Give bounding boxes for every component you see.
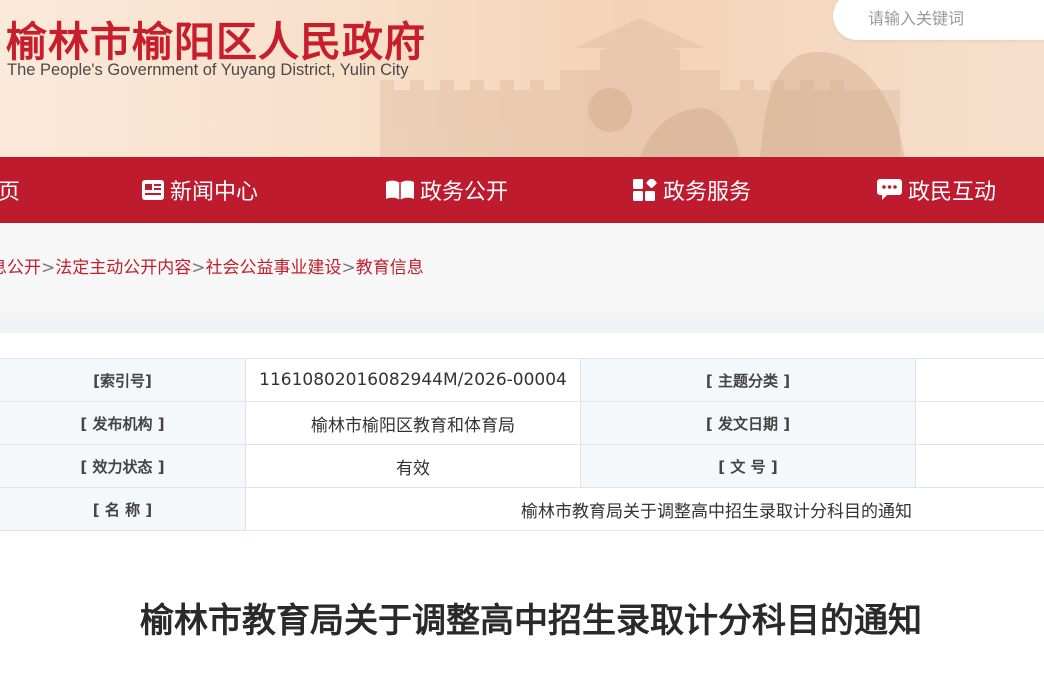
section-divider [0, 313, 1044, 333]
validity-status-value: 有效 [245, 444, 581, 488]
nav-item-label: 政务公开 [420, 180, 509, 205]
nav-item-news[interactable]: 新闻中心 [142, 157, 258, 223]
topic-category-label: [ 主题分类 ] [580, 358, 916, 402]
nav-item-label: 页 [0, 180, 21, 205]
newspaper-icon [142, 180, 164, 200]
main-nav: 页 新闻中心 政务公开 政务服务 政民互动 [0, 157, 1044, 223]
issue-date-value [915, 401, 1044, 445]
site-title: 榆林市榆阳区人民政府 [6, 18, 426, 66]
breadcrumb-separator: > [41, 258, 56, 278]
breadcrumb-separator: > [341, 258, 356, 278]
document-number-label: [ 文 号 ] [580, 444, 916, 488]
nav-item-citizen-interaction[interactable]: 政民互动 [877, 157, 996, 223]
nav-item-home[interactable]: 页 [0, 157, 20, 223]
document-name-label: [ 名 称 ] [0, 487, 246, 531]
open-book-icon [386, 180, 414, 200]
breadcrumb: 息公开>法定主动公开内容>社会公益事业建设>教育信息 [0, 253, 424, 278]
grid-apps-icon [633, 179, 657, 201]
publisher-value: 榆林市榆阳区教育和体育局 [245, 401, 581, 445]
nav-item-gov-services[interactable]: 政务服务 [633, 157, 751, 223]
site-subtitle: The People's Government of Yuyang Distri… [7, 61, 409, 79]
table-row: [ 效力状态 ] 有效 [ 文 号 ] [0, 444, 1044, 488]
nav-item-label: 政务服务 [663, 180, 752, 205]
topic-category-value [915, 358, 1044, 402]
search-input[interactable] [866, 4, 1044, 32]
table-row: [索引号] 11610802016082944M/2026-00004 [ 主题… [0, 358, 1044, 402]
nav-item-label: 新闻中心 [170, 180, 259, 205]
index-number-label: [索引号] [0, 358, 246, 402]
document-number-value [915, 444, 1044, 488]
document-meta-table: [索引号] 11610802016082944M/2026-00004 [ 主题… [0, 358, 1044, 531]
search-box [833, 0, 1044, 40]
breadcrumb-item-info-open[interactable]: 息公开 [0, 258, 41, 278]
nav-item-label: 政民互动 [908, 180, 997, 205]
breadcrumb-item-statutory-content[interactable]: 法定主动公开内容 [55, 258, 191, 278]
nav-item-gov-affairs-open[interactable]: 政务公开 [386, 157, 508, 223]
article-title: 榆林市教育局关于调整高中招生录取计分科目的通知 [140, 601, 922, 641]
validity-status-label: [ 效力状态 ] [0, 444, 246, 488]
table-row: [ 发布机构 ] 榆林市榆阳区教育和体育局 [ 发文日期 ] [0, 401, 1044, 445]
site-header: 榆林市榆阳区人民政府 The People's Government of Yu… [0, 0, 1044, 157]
breadcrumb-item-public-welfare[interactable]: 社会公益事业建设 [206, 258, 342, 278]
table-row: [ 名 称 ] 榆林市教育局关于调整高中招生录取计分科目的通知 [0, 487, 1044, 531]
index-number-value: 11610802016082944M/2026-00004 [245, 358, 581, 402]
issue-date-label: [ 发文日期 ] [580, 401, 916, 445]
publisher-label: [ 发布机构 ] [0, 401, 246, 445]
breadcrumb-separator: > [191, 258, 206, 278]
chat-bubble-icon [877, 179, 902, 200]
document-name-value: 榆林市教育局关于调整高中招生录取计分科目的通知 [245, 487, 1044, 531]
breadcrumb-item-education-info[interactable]: 教育信息 [356, 258, 424, 278]
